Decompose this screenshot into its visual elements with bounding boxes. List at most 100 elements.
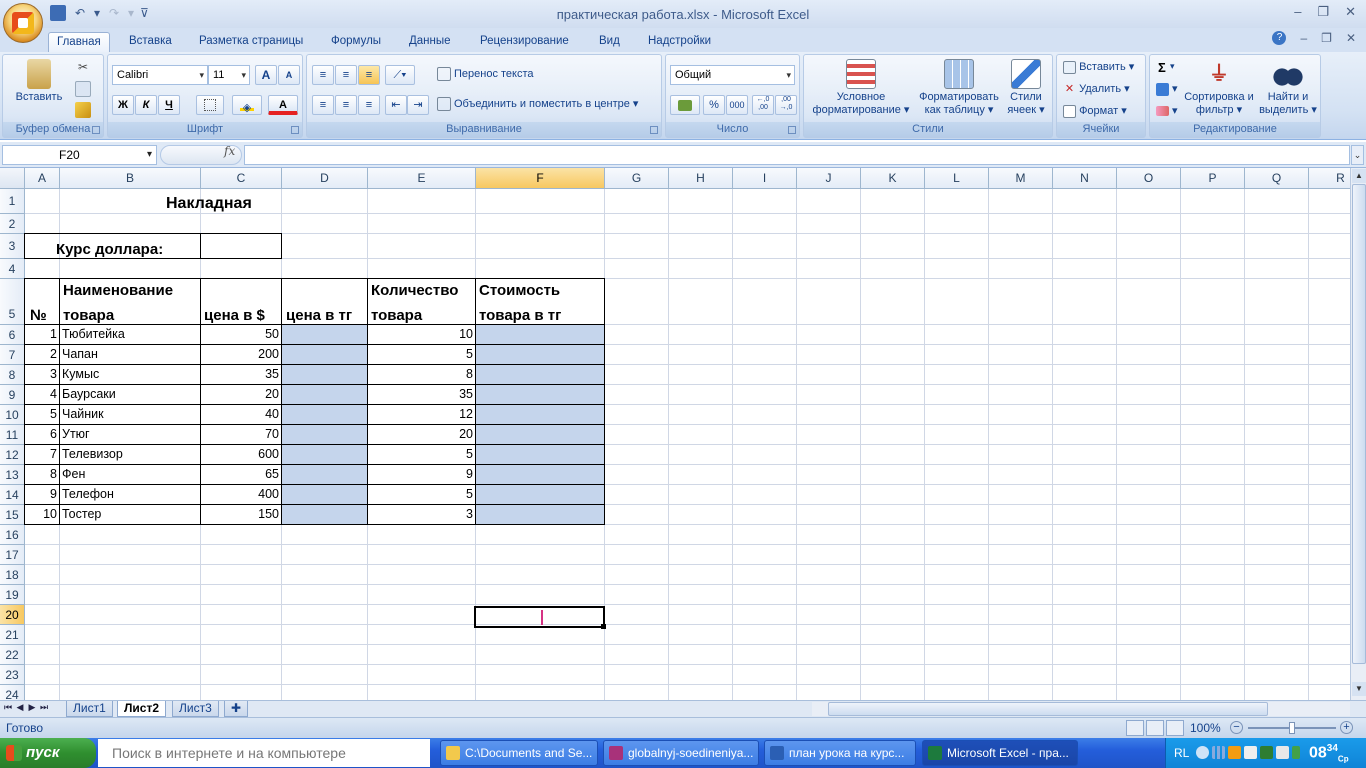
- item-number[interactable]: 1: [25, 327, 57, 341]
- row-header-7[interactable]: 7: [0, 345, 25, 365]
- column-header-b[interactable]: B: [60, 168, 201, 189]
- column-header-e[interactable]: E: [368, 168, 476, 189]
- minimize-icon[interactable]: ‒: [1294, 4, 1301, 20]
- fill-handle[interactable]: [601, 624, 606, 629]
- decrease-decimal-button[interactable]: ,00 →,0: [775, 95, 797, 115]
- row-header-5[interactable]: 5: [0, 279, 25, 325]
- exchange-rate-cell[interactable]: [201, 238, 281, 260]
- zoom-thumb[interactable]: [1289, 722, 1295, 734]
- task-lesson-plan[interactable]: план урока на курс...: [764, 740, 916, 766]
- row-header-3[interactable]: 3: [0, 234, 25, 259]
- sort-filter-button[interactable]: ⏚ Сортировка и фильтр ▾: [1184, 59, 1254, 117]
- row-header-1[interactable]: 1: [0, 189, 25, 214]
- row-header-19[interactable]: 19: [0, 585, 25, 605]
- select-all-button[interactable]: [0, 168, 25, 189]
- italic-button[interactable]: К: [135, 95, 157, 115]
- delete-cells-button[interactable]: ✕ Удалить ▾: [1063, 82, 1130, 96]
- row-header-14[interactable]: 14: [0, 485, 25, 505]
- task-documents-folder[interactable]: C:\Documents and Se...: [440, 740, 598, 766]
- column-header-d[interactable]: D: [282, 168, 368, 189]
- task-excel[interactable]: Microsoft Excel - пра...: [922, 740, 1078, 766]
- vertical-scrollbar[interactable]: ▲ ▼: [1350, 168, 1366, 700]
- ribbon-restore-icon[interactable]: ❐: [1321, 31, 1332, 45]
- column-header-i[interactable]: I: [733, 168, 797, 189]
- tab-view[interactable]: Вид: [591, 32, 628, 52]
- percent-button[interactable]: %: [703, 95, 725, 115]
- item-price-usd[interactable]: 70: [201, 427, 279, 441]
- row-header-22[interactable]: 22: [0, 645, 25, 665]
- fill-button[interactable]: ▾: [1156, 82, 1178, 96]
- item-number[interactable]: 5: [25, 407, 57, 421]
- active-cell-f20[interactable]: [474, 606, 605, 628]
- row-header-12[interactable]: 12: [0, 445, 25, 465]
- item-price-usd[interactable]: 40: [201, 407, 279, 421]
- worksheet-grid[interactable]: ABCDEFGHIJKLMNOPQR 1 2 3 4 5 6 7 8 9 10 11 12 13 14 15…: [0, 168, 1350, 700]
- align-middle-button[interactable]: ≡: [335, 65, 357, 85]
- column-header-r[interactable]: R: [1309, 168, 1350, 189]
- start-button[interactable]: пуск: [0, 738, 96, 768]
- item-quantity[interactable]: 9: [368, 467, 473, 481]
- tab-page-layout[interactable]: Разметка страницы: [191, 32, 311, 52]
- insert-sheet-icon[interactable]: ✚: [224, 701, 248, 717]
- item-price-usd[interactable]: 50: [201, 327, 279, 341]
- format-cells-button[interactable]: Формат ▾: [1063, 104, 1127, 118]
- item-number[interactable]: 9: [25, 487, 57, 501]
- tab-insert[interactable]: Вставка: [121, 32, 180, 52]
- row-header-15[interactable]: 15: [0, 505, 25, 525]
- item-name[interactable]: Баурсаки: [62, 387, 199, 401]
- format-as-table-button[interactable]: Форматировать как таблицу ▾: [914, 59, 1004, 117]
- tab-home[interactable]: Главная: [48, 32, 110, 52]
- column-header-g[interactable]: G: [605, 168, 669, 189]
- row-header-21[interactable]: 21: [0, 625, 25, 645]
- item-price-usd[interactable]: 600: [201, 447, 279, 461]
- item-name[interactable]: Фен: [62, 467, 199, 481]
- name-box[interactable]: F20: [2, 145, 157, 165]
- decrease-indent-button[interactable]: ⇤: [385, 95, 407, 115]
- font-color-button[interactable]: A: [268, 95, 298, 115]
- row-header-10[interactable]: 10: [0, 405, 25, 425]
- clipboard-launcher-icon[interactable]: [92, 126, 100, 134]
- item-number[interactable]: 7: [25, 447, 57, 461]
- horizontal-scroll-thumb[interactable]: [828, 702, 1268, 716]
- thousands-button[interactable]: 000: [726, 95, 748, 115]
- formula-input[interactable]: [244, 145, 1350, 165]
- orientation-button[interactable]: ⟋▾: [385, 65, 415, 85]
- row-header-6[interactable]: 6: [0, 325, 25, 345]
- font-launcher-icon[interactable]: [291, 126, 299, 134]
- sheet-tab-2[interactable]: Лист2: [117, 701, 167, 717]
- item-number[interactable]: 2: [25, 347, 57, 361]
- zoom-out-icon[interactable]: −: [1230, 721, 1243, 734]
- close-icon[interactable]: ✕: [1345, 4, 1356, 20]
- next-sheet-icon[interactable]: ▶: [26, 702, 38, 713]
- item-name[interactable]: Кумыс: [62, 367, 199, 381]
- item-price-usd[interactable]: 400: [201, 487, 279, 501]
- number-launcher-icon[interactable]: [788, 126, 796, 134]
- column-header-j[interactable]: J: [797, 168, 861, 189]
- expand-formula-bar-icon[interactable]: ⌄: [1351, 145, 1364, 165]
- item-name[interactable]: Утюг: [62, 427, 199, 441]
- first-sheet-icon[interactable]: ⏮: [2, 702, 14, 713]
- column-header-p[interactable]: P: [1181, 168, 1245, 189]
- row-header-20[interactable]: 20: [0, 605, 25, 625]
- currency-button[interactable]: [670, 95, 700, 115]
- item-price-usd[interactable]: 200: [201, 347, 279, 361]
- borders-button[interactable]: [196, 95, 224, 115]
- column-header-h[interactable]: H: [669, 168, 733, 189]
- column-header-n[interactable]: N: [1053, 168, 1117, 189]
- align-left-button[interactable]: ≡: [312, 95, 334, 115]
- increase-indent-button[interactable]: ⇥: [407, 95, 429, 115]
- column-header-q[interactable]: Q: [1245, 168, 1309, 189]
- vertical-scroll-thumb[interactable]: [1352, 184, 1366, 664]
- zoom-slider[interactable]: − +: [1228, 721, 1358, 735]
- column-header-f[interactable]: F: [476, 168, 605, 189]
- office-button[interactable]: [3, 3, 43, 43]
- tab-addins[interactable]: Надстройки: [640, 32, 719, 52]
- item-quantity[interactable]: 3: [368, 507, 473, 521]
- item-price-usd[interactable]: 20: [201, 387, 279, 401]
- item-quantity[interactable]: 5: [368, 347, 473, 361]
- row-header-9[interactable]: 9: [0, 385, 25, 405]
- row-header-24[interactable]: 24: [0, 685, 25, 700]
- fill-color-button[interactable]: ◈: [232, 95, 262, 115]
- font-size-select[interactable]: 11: [208, 65, 250, 85]
- item-quantity[interactable]: 8: [368, 367, 473, 381]
